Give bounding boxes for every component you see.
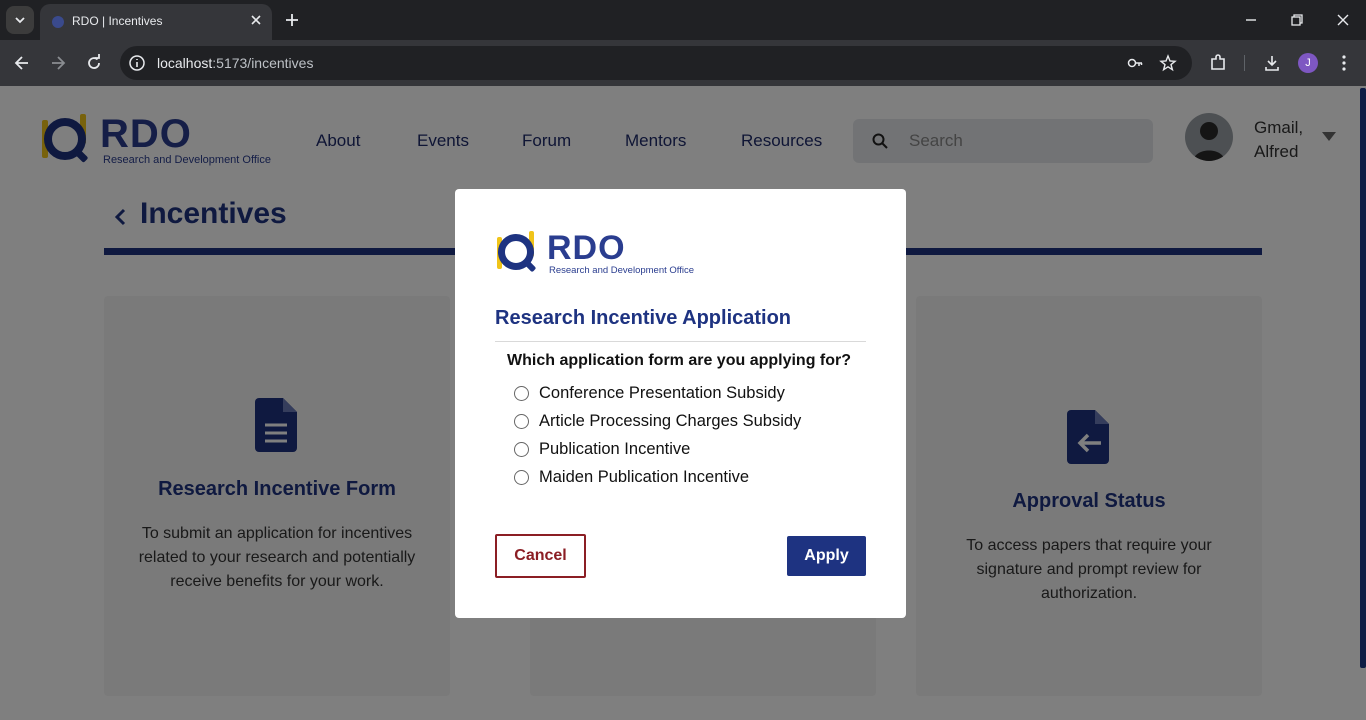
url-host: localhost: [157, 55, 213, 71]
site-info-icon[interactable]: [128, 54, 146, 72]
favicon-icon: [52, 16, 64, 28]
tab-title: RDO | Incentives: [72, 14, 163, 28]
cancel-button[interactable]: Cancel: [495, 534, 586, 578]
profile-avatar[interactable]: J: [1298, 53, 1318, 73]
download-icon[interactable]: [1262, 53, 1282, 73]
key-icon[interactable]: [1126, 54, 1144, 72]
forward-arrow-icon[interactable]: [48, 53, 68, 73]
new-tab-icon[interactable]: [282, 10, 302, 30]
more-menu-icon[interactable]: [1334, 53, 1354, 73]
option-publication-incentive[interactable]: Publication Incentive: [514, 438, 690, 460]
apply-button[interactable]: Apply: [787, 536, 866, 576]
extensions-icon[interactable]: [1208, 53, 1228, 73]
browser-tab[interactable]: RDO | Incentives: [40, 4, 272, 40]
radio-button[interactable]: [514, 441, 529, 457]
form-question: Which application form are you applying …: [507, 352, 852, 369]
logo-subtitle: Research and Development Office: [549, 265, 695, 276]
url-path: :5173/incentives: [212, 55, 314, 71]
option-article-processing-charges-subsidy[interactable]: Article Processing Charges Subsidy: [514, 410, 801, 432]
chevron-down-icon: [15, 17, 25, 24]
logo-tail: [523, 259, 537, 273]
option-label[interactable]: Publication Incentive: [539, 440, 690, 459]
minimize-icon[interactable]: [1243, 12, 1259, 28]
option-label[interactable]: Maiden Publication Incentive: [539, 468, 749, 487]
modal-divider: [495, 341, 866, 342]
option-conference-presentation-subsidy[interactable]: Conference Presentation Subsidy: [514, 382, 785, 404]
option-label[interactable]: Conference Presentation Subsidy: [539, 384, 785, 403]
radio-button[interactable]: [514, 413, 529, 429]
back-arrow-icon[interactable]: [12, 53, 32, 73]
url-text: localhost:5173/incentives: [157, 55, 313, 71]
radio-button[interactable]: [514, 385, 529, 401]
bookmark-star-icon[interactable]: [1159, 54, 1177, 72]
option-maiden-publication-incentive[interactable]: Maiden Publication Incentive: [514, 466, 749, 488]
modal-title: Research Incentive Application: [495, 307, 792, 329]
logo-letters: RDO: [547, 229, 626, 267]
modal-rdo-logo: RDO Research and Development Office: [495, 229, 705, 281]
restore-icon[interactable]: [1289, 12, 1305, 28]
browser-tab-bar: RDO | Incentives: [0, 0, 1366, 40]
close-tab-icon[interactable]: [248, 12, 264, 28]
browser-toolbar: localhost:5173/incentives: [0, 40, 1366, 86]
address-bar[interactable]: localhost:5173/incentives: [120, 46, 1192, 80]
web-page: RDO Research and Development Office Abou…: [0, 86, 1366, 720]
toolbar-separator: [1244, 55, 1245, 71]
close-window-icon[interactable]: [1335, 12, 1351, 28]
tab-search-button[interactable]: [6, 6, 34, 34]
application-modal: RDO Research and Development Office Rese…: [455, 189, 906, 618]
reload-icon[interactable]: [84, 53, 104, 73]
option-label[interactable]: Article Processing Charges Subsidy: [539, 412, 801, 431]
radio-button[interactable]: [514, 469, 529, 485]
